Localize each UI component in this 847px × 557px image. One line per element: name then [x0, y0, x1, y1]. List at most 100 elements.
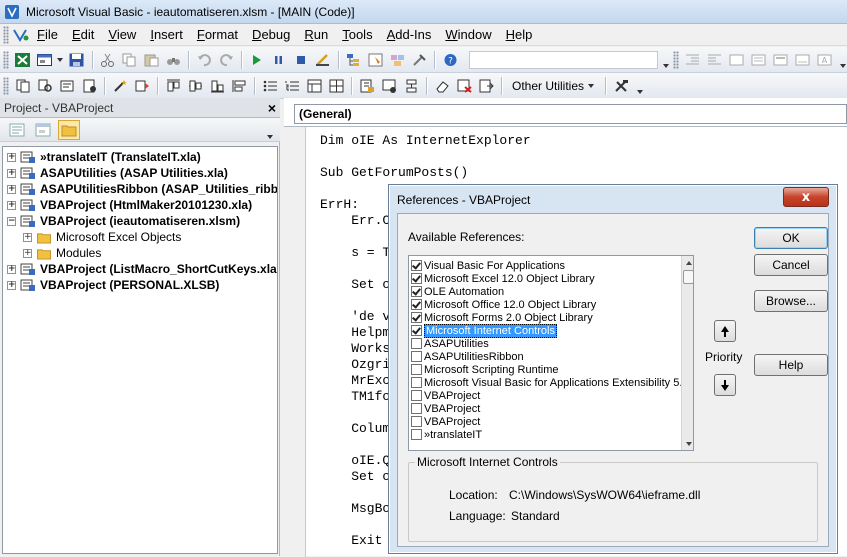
quick-info-button[interactable]: [770, 50, 790, 70]
scroll-thumb[interactable]: [683, 270, 693, 284]
menu-window[interactable]: Window: [438, 25, 498, 45]
menu-view[interactable]: View: [101, 25, 143, 45]
tree-item[interactable]: + Modules: [23, 245, 101, 261]
reference-checkbox[interactable]: [411, 351, 422, 362]
references-list[interactable]: Visual Basic For Applications Microsoft E…: [408, 255, 694, 451]
reference-checkbox[interactable]: [411, 364, 422, 375]
properties-window-button[interactable]: [365, 50, 385, 70]
menu-add-ins[interactable]: Add-Ins: [380, 25, 439, 45]
tree-item[interactable]: − VBAProject (ieautomatiseren.xlsm): [7, 213, 240, 229]
find-code-button[interactable]: [35, 76, 55, 96]
reference-item[interactable]: VBAProject: [409, 402, 677, 415]
redo-button[interactable]: [216, 50, 236, 70]
module-button[interactable]: [79, 76, 99, 96]
object-combo[interactable]: (General): [294, 104, 847, 124]
reference-checkbox[interactable]: [411, 429, 422, 440]
collapse-icon[interactable]: −: [7, 216, 16, 226]
reference-checkbox[interactable]: [411, 416, 422, 427]
code-module-button[interactable]: [357, 76, 377, 96]
ok-button[interactable]: OK: [754, 227, 828, 249]
code-line[interactable]: MsgBo: [320, 501, 390, 516]
code-line[interactable]: ErrH:: [320, 197, 359, 212]
scroll-up-arrow[interactable]: [682, 256, 693, 269]
menu-tools[interactable]: Tools: [335, 25, 379, 45]
code-line[interactable]: TM1fo: [320, 389, 390, 404]
tree-item[interactable]: + VBAProject (PERSONAL.XLSB): [7, 277, 219, 293]
code-line[interactable]: Works: [320, 341, 390, 356]
reference-checkbox[interactable]: [411, 390, 422, 401]
priority-up-button[interactable]: [714, 320, 736, 342]
object-browser-button[interactable]: [387, 50, 407, 70]
copy-code-button[interactable]: [13, 76, 33, 96]
project-toolbar-options[interactable]: [266, 135, 276, 139]
menu-file[interactable]: File: [30, 25, 65, 45]
reference-checkbox[interactable]: [411, 377, 422, 388]
cancel-button[interactable]: Cancel: [754, 254, 828, 276]
cut-button[interactable]: [98, 50, 118, 70]
run-button[interactable]: [247, 50, 267, 70]
expand-icon[interactable]: +: [7, 152, 16, 162]
code-line[interactable]: s = T: [320, 245, 390, 260]
reference-checkbox[interactable]: [411, 312, 422, 323]
align-top-button[interactable]: [163, 76, 183, 96]
align-middle-button[interactable]: [185, 76, 205, 96]
tree-item[interactable]: + ASAPUtilitiesRibbon (ASAP_Utilities_rib…: [7, 181, 277, 197]
wand-button[interactable]: [110, 76, 130, 96]
tree-item[interactable]: + VBAProject (HtmlMaker20101230.xla): [7, 197, 252, 213]
reference-item[interactable]: VBAProject: [409, 389, 677, 402]
reference-item[interactable]: Microsoft Internet Controls: [409, 323, 677, 338]
reference-item[interactable]: Visual Basic For Applications: [409, 259, 677, 272]
stack-button[interactable]: [401, 76, 421, 96]
menu-edit[interactable]: Edit: [65, 25, 101, 45]
reference-item[interactable]: Microsoft Office 12.0 Object Library: [409, 298, 677, 311]
toolbar-grip-handle[interactable]: [3, 50, 9, 69]
undo-button[interactable]: [194, 50, 214, 70]
code-line[interactable]: Err.C: [320, 213, 390, 228]
numbering-button[interactable]: [282, 76, 302, 96]
reference-checkbox[interactable]: [411, 338, 422, 349]
break-button[interactable]: [269, 50, 289, 70]
help-button[interactable]: Help: [754, 354, 828, 376]
indent-button[interactable]: [683, 50, 703, 70]
other-utilities-menu[interactable]: Other Utilities: [506, 76, 601, 96]
code-line[interactable]: Dim oIE As InternetExplorer: [320, 133, 531, 148]
code-line[interactable]: Set o: [320, 469, 390, 484]
expand-icon[interactable]: +: [7, 168, 16, 178]
eraser-button[interactable]: [432, 76, 452, 96]
code-margin-indicator-bar[interactable]: [284, 127, 306, 557]
priority-down-button[interactable]: [714, 374, 736, 396]
expand-icon[interactable]: +: [7, 264, 16, 274]
save-button[interactable]: [67, 50, 87, 70]
view-code-button[interactable]: [6, 120, 28, 140]
reference-item[interactable]: Microsoft Scripting Runtime: [409, 363, 677, 376]
code-line[interactable]: Exit: [320, 533, 382, 548]
reset-button[interactable]: [291, 50, 311, 70]
insert-dropdown-arrow[interactable]: [56, 57, 63, 62]
design-mode-button[interactable]: [313, 50, 333, 70]
menu-format[interactable]: Format: [190, 25, 245, 45]
align-left-button[interactable]: [229, 76, 249, 96]
toolbar-grip-handle[interactable]: [3, 76, 9, 95]
menu-help[interactable]: Help: [499, 25, 540, 45]
reference-item[interactable]: ASAPUtilities: [409, 337, 677, 350]
delete-module-button[interactable]: [454, 76, 474, 96]
code-line[interactable]: Helpm: [320, 325, 390, 340]
code-line[interactable]: MrExc: [320, 373, 390, 388]
reference-checkbox[interactable]: [411, 325, 422, 336]
tree-item[interactable]: + ASAPUtilities (ASAP Utilities.xla): [7, 165, 228, 181]
export-button[interactable]: [476, 76, 496, 96]
toolbox-button[interactable]: [409, 50, 429, 70]
paste-button[interactable]: [141, 50, 161, 70]
code-line[interactable]: 'de v: [320, 309, 390, 324]
reference-item[interactable]: ASAPUtilitiesRibbon: [409, 350, 677, 363]
reference-checkbox[interactable]: [411, 286, 422, 297]
reference-item[interactable]: VBAProject: [409, 415, 677, 428]
project-explorer-button[interactable]: [344, 50, 364, 70]
expand-icon[interactable]: +: [7, 184, 16, 194]
view-object-button[interactable]: [32, 120, 54, 140]
code-line[interactable]: Sub GetForumPosts(): [320, 165, 468, 180]
grid-button[interactable]: [326, 76, 346, 96]
menubar-grip-handle[interactable]: [3, 25, 9, 44]
close-icon[interactable]: ×: [268, 100, 276, 116]
insert-userform-button[interactable]: [35, 50, 55, 70]
